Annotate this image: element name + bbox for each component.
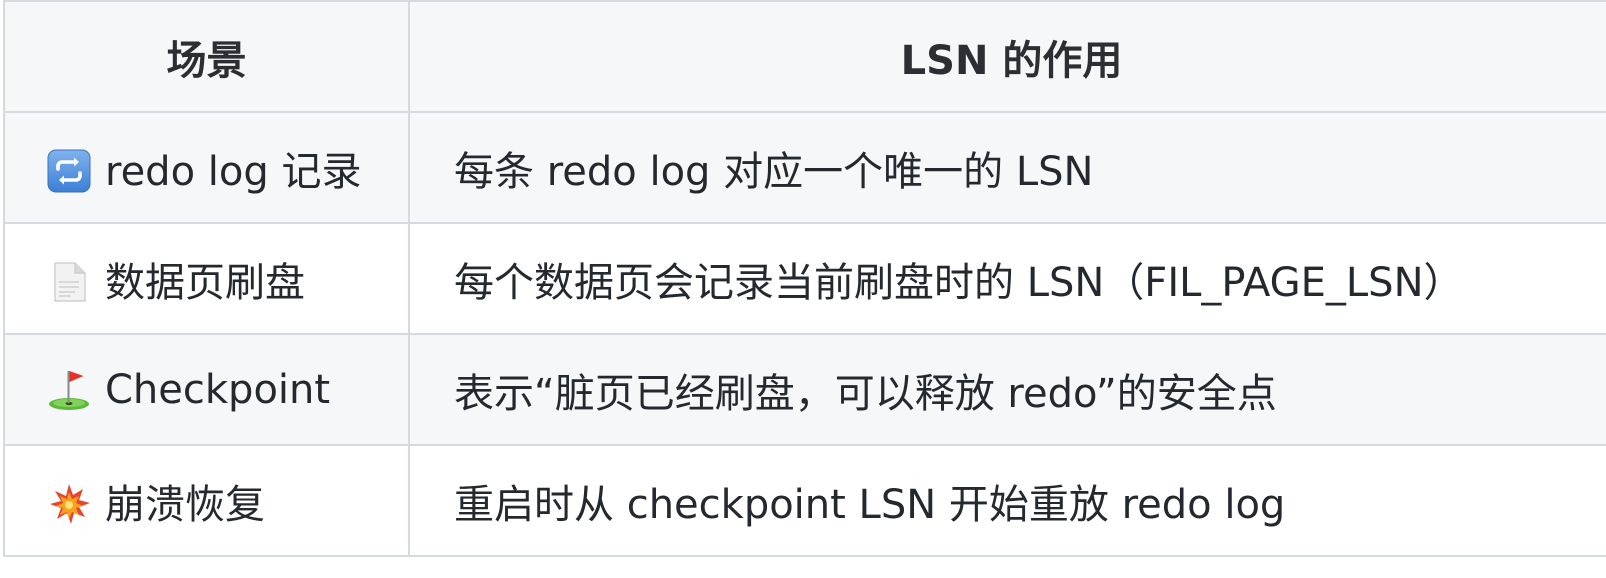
scene-label: 数据页刷盘 xyxy=(105,259,305,306)
role-cell: 每条 redo log 对应一个唯一的 LSN xyxy=(408,111,1606,224)
table-header-row: 场景 LSN 的作用 xyxy=(3,0,1606,113)
scene-cell: redo log 记录 xyxy=(3,111,410,224)
role-cell: 每个数据页会记录当前刷盘时的 LSN（FIL_PAGE_LSN） xyxy=(408,222,1606,335)
scene-label: redo log 记录 xyxy=(105,148,362,195)
document-page-icon xyxy=(47,260,91,304)
collision-burst-icon xyxy=(47,482,91,526)
repeat-arrows-icon xyxy=(47,149,91,193)
header-scene: 场景 xyxy=(3,0,410,113)
table-row: 数据页刷盘 每个数据页会记录当前刷盘时的 LSN（FIL_PAGE_LSN） xyxy=(3,222,1606,335)
golf-flag-icon xyxy=(47,367,91,411)
table-row: Checkpoint 表示“脏页已经刷盘，可以释放 redo”的安全点 xyxy=(3,333,1606,446)
role-cell: 重启时从 checkpoint LSN 开始重放 redo log xyxy=(408,444,1606,557)
scene-label: Checkpoint xyxy=(105,366,331,413)
table-row: redo log 记录 每条 redo log 对应一个唯一的 LSN xyxy=(3,111,1606,224)
lsn-table: 场景 LSN 的作用 redo log 记录 每条 redo log 对应一个唯… xyxy=(3,0,1606,557)
scene-label: 崩溃恢复 xyxy=(105,481,265,528)
role-cell: 表示“脏页已经刷盘，可以释放 redo”的安全点 xyxy=(408,333,1606,446)
scene-cell: Checkpoint xyxy=(3,333,410,446)
table-row: 崩溃恢复 重启时从 checkpoint LSN 开始重放 redo log xyxy=(3,444,1606,557)
header-lsn-role: LSN 的作用 xyxy=(408,0,1606,113)
scene-cell: 数据页刷盘 xyxy=(3,222,410,335)
scene-cell: 崩溃恢复 xyxy=(3,444,410,557)
